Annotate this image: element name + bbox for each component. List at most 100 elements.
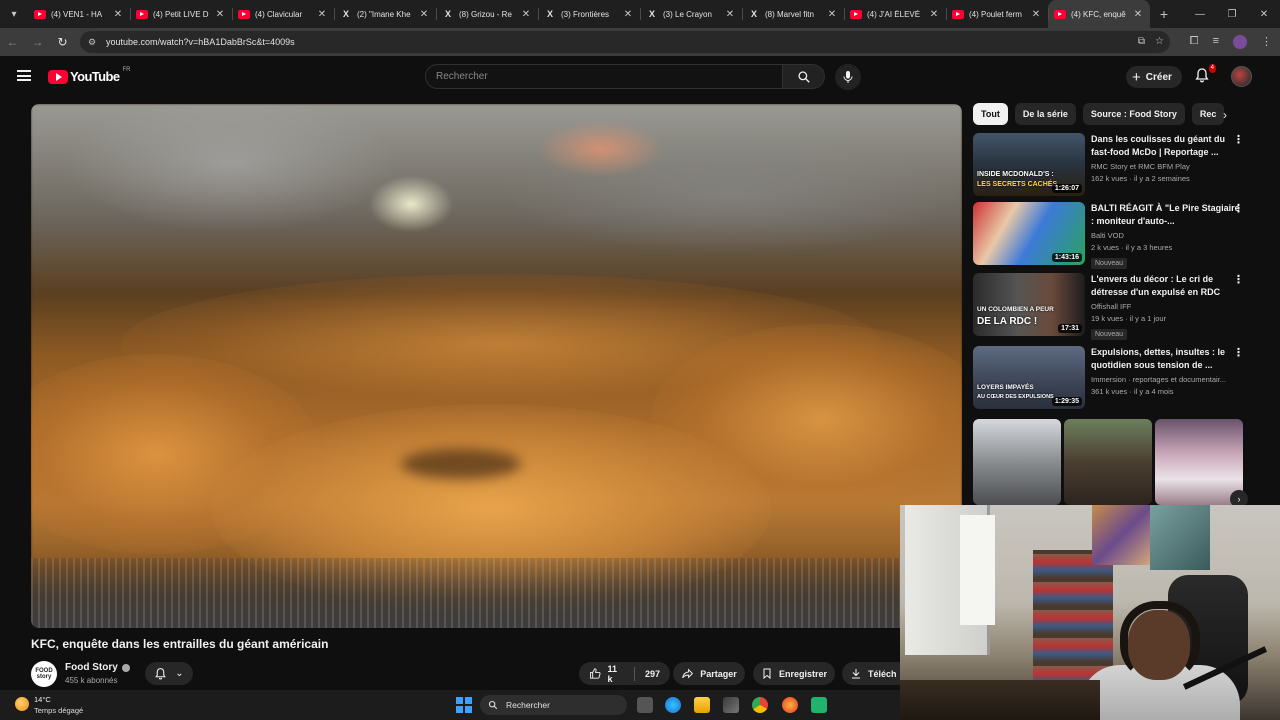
video-thumbnail[interactable]: INSIDE MCDONALD'S : LES SECRETS CACHÉS 1…: [973, 133, 1085, 196]
notifications-button[interactable]: 4: [1194, 64, 1216, 85]
new-tab-button[interactable]: +: [1150, 6, 1178, 22]
profile-avatar[interactable]: [1233, 35, 1247, 49]
short-thumbnail[interactable]: [973, 419, 1061, 505]
close-icon[interactable]: ✕: [418, 9, 430, 20]
close-icon[interactable]: ✕: [826, 9, 838, 20]
close-window-icon[interactable]: ✕: [1248, 0, 1280, 28]
store-icon[interactable]: [723, 697, 739, 713]
close-icon[interactable]: ✕: [1132, 9, 1144, 20]
close-icon[interactable]: ✕: [622, 9, 634, 20]
browser-tab[interactable]: (4) VEN1 - HA ✕: [28, 0, 130, 28]
media-control-icon[interactable]: ≡: [1213, 35, 1219, 49]
chip-from-series[interactable]: De la série: [1014, 103, 1076, 125]
edge-browser-icon[interactable]: [665, 697, 681, 713]
browser-tab[interactable]: X (3) Frontières ✕: [538, 0, 640, 28]
windows-start-icon[interactable]: [456, 697, 472, 713]
recommendation-channel[interactable]: Immersion · reportages et documentair...: [1091, 375, 1241, 384]
weather-temperature[interactable]: 14°C: [34, 695, 51, 705]
chevron-right-icon[interactable]: ›: [1217, 107, 1233, 123]
recommendation-item[interactable]: INSIDE MCDONALD'S : LES SECRETS CACHÉS 1…: [973, 133, 1253, 197]
browser-tab[interactable]: (4) Clavicular ✕: [232, 0, 334, 28]
account-avatar[interactable]: [1231, 66, 1252, 87]
search-input[interactable]: Rechercher: [425, 64, 783, 89]
browser-tab[interactable]: X (2) "Imane Khe ✕: [334, 0, 436, 28]
tab-title: (4) J'AI ÉLEVÉ: [867, 9, 921, 19]
save-button[interactable]: Enregistrer: [753, 662, 835, 685]
reload-icon[interactable]: ↻: [50, 28, 75, 56]
short-thumbnail[interactable]: [1064, 419, 1152, 505]
extensions-icon[interactable]: ⧠: [1190, 35, 1199, 49]
firefox-browser-icon[interactable]: [782, 697, 798, 713]
close-icon[interactable]: ✕: [316, 9, 328, 20]
back-arrow-icon[interactable]: ←: [0, 28, 25, 56]
weather-sun-icon[interactable]: [15, 697, 29, 711]
close-icon[interactable]: ✕: [724, 9, 736, 20]
bell-icon: [155, 668, 167, 680]
app-icon[interactable]: [811, 697, 827, 713]
recommendation-channel[interactable]: Balti VOD: [1091, 231, 1241, 240]
video-thumbnail[interactable]: UN COLOMBIEN A PEUR DE LA RDC ! 17:31: [973, 273, 1085, 336]
hamburger-menu-icon[interactable]: [17, 70, 31, 81]
channel-name-link[interactable]: Food Story: [65, 662, 130, 673]
browser-tab-active[interactable]: (4) KFC, enquê ✕: [1048, 0, 1150, 28]
close-icon[interactable]: ✕: [520, 9, 532, 20]
share-label: Partager: [700, 668, 737, 679]
microphone-icon: [843, 71, 853, 83]
recommendation-title[interactable]: Dans les coulisses du géant du fast-food…: [1091, 133, 1241, 159]
forward-arrow-icon[interactable]: →: [25, 28, 50, 56]
more-menu-icon[interactable]: ⋮: [1261, 35, 1272, 49]
voice-search-button[interactable]: [835, 64, 861, 90]
browser-tab[interactable]: (4) J'AI ÉLEVÉ ✕: [844, 0, 946, 28]
recommendation-item[interactable]: 1:43:16 BALTI RÉAGIT À "Le Pire Stagiair…: [973, 202, 1253, 269]
more-options-icon[interactable]: ⋮: [1233, 275, 1244, 286]
chip-source[interactable]: Source : Food Story: [1082, 103, 1185, 125]
install-app-icon[interactable]: ⧉: [1138, 36, 1145, 47]
recommendation-channel[interactable]: Offishall IFF: [1091, 302, 1241, 311]
browser-tab[interactable]: (4) Poulet ferm ✕: [946, 0, 1048, 28]
browser-tab[interactable]: X (8) Grizou - Re ✕: [436, 0, 538, 28]
thumbnail-caption: AU CŒUR DES EXPULSIONS: [977, 394, 1054, 400]
like-button[interactable]: 11 k: [579, 662, 634, 685]
recommendation-title[interactable]: L'envers du décor : Le cri de détresse d…: [1091, 273, 1241, 299]
more-options-icon[interactable]: ⋮: [1233, 135, 1244, 146]
taskbar-search[interactable]: Rechercher: [480, 695, 627, 715]
share-button[interactable]: Partager: [673, 662, 745, 685]
file-explorer-icon[interactable]: [694, 697, 710, 713]
minimize-icon[interactable]: —: [1184, 0, 1216, 28]
browser-tab[interactable]: X (8) Marvel fitn ✕: [742, 0, 844, 28]
video-thumbnail[interactable]: 1:43:16: [973, 202, 1085, 265]
short-thumbnail[interactable]: [1155, 419, 1243, 505]
channel-avatar[interactable]: FOOD story: [31, 661, 57, 687]
close-icon[interactable]: ✕: [214, 9, 226, 20]
browser-toolbar: ← → ↻ ⚙ youtube.com/watch?v=hBA1DabBrSc&…: [0, 28, 1280, 56]
subscription-bell-button[interactable]: ⌄: [145, 662, 193, 685]
close-icon[interactable]: ✕: [112, 9, 124, 20]
video-player[interactable]: [31, 104, 962, 628]
recommendation-title[interactable]: BALTI RÉAGIT À "Le Pire Stagiaire : moni…: [1091, 202, 1241, 228]
chip-all[interactable]: Tout: [973, 103, 1008, 125]
weather-description[interactable]: Temps dégagé: [34, 706, 83, 716]
browser-tab[interactable]: X (3) Le Crayon ✕: [640, 0, 742, 28]
bookmark-icon: [763, 668, 771, 680]
create-button[interactable]: + Créer: [1126, 66, 1182, 88]
address-bar[interactable]: ⚙ youtube.com/watch?v=hBA1DabBrSc&t=4009…: [80, 31, 1170, 53]
tab-search-chevron-icon[interactable]: ▾: [0, 0, 28, 28]
chrome-browser-icon[interactable]: [752, 697, 768, 713]
maximize-icon[interactable]: ❐: [1216, 0, 1248, 28]
search-button[interactable]: [783, 64, 825, 89]
comment-count-button[interactable]: 297: [635, 662, 670, 685]
video-thumbnail[interactable]: LOYERS IMPAYÉS AU CŒUR DES EXPULSIONS 1:…: [973, 346, 1085, 409]
recommendation-item[interactable]: UN COLOMBIEN A PEUR DE LA RDC ! 17:31 L'…: [973, 273, 1253, 340]
close-icon[interactable]: ✕: [1030, 9, 1042, 20]
recommendation-channel[interactable]: RMC Story et RMC BFM Play: [1091, 162, 1241, 171]
task-view-icon[interactable]: [637, 697, 653, 713]
more-options-icon[interactable]: ⋮: [1233, 348, 1244, 359]
recommendation-item[interactable]: LOYERS IMPAYÉS AU CŒUR DES EXPULSIONS 1:…: [973, 346, 1253, 410]
more-options-icon[interactable]: ⋮: [1233, 204, 1244, 215]
site-info-icon[interactable]: ⚙: [88, 37, 100, 48]
close-icon[interactable]: ✕: [928, 9, 940, 20]
bookmark-star-icon[interactable]: ☆: [1155, 36, 1164, 47]
recommendation-title[interactable]: Expulsions, dettes, insultes : le quotid…: [1091, 346, 1241, 372]
youtube-logo[interactable]: YouTube FR: [48, 67, 130, 84]
browser-tab[interactable]: (4) Petit LIVE D ✕: [130, 0, 232, 28]
